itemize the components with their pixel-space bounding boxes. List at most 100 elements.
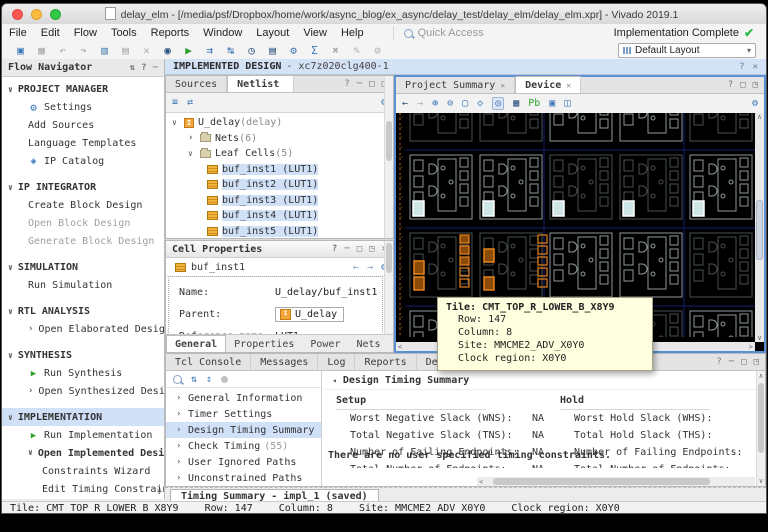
flow-navigator-row[interactable]: IP INTEGRATOR — [2, 178, 164, 196]
menu-item[interactable]: File — [2, 27, 34, 39]
menu-item[interactable]: Help — [334, 27, 371, 39]
float-panel-icon[interactable]: ◳ — [753, 80, 758, 90]
zoom-selection-icon[interactable]: ◇ — [477, 98, 483, 109]
help-icon[interactable]: ? — [344, 79, 349, 89]
flatten-hierarchy-icon[interactable]: ⇄ — [187, 97, 193, 108]
scroll-left-icon[interactable]: < — [398, 343, 402, 351]
scroll-down-icon[interactable]: ∨ — [755, 334, 764, 342]
undo-icon[interactable]: ↶ — [52, 43, 73, 59]
timing-section-item[interactable]: › User Ignored Paths — [166, 454, 321, 470]
minimize-panel-icon[interactable]: ─ — [729, 357, 734, 367]
quick-access[interactable]: Quick Access — [393, 26, 484, 40]
flow-navigator-row[interactable]: SYNTHESIS — [2, 346, 164, 364]
netlist-tree-row[interactable]: buf_inst5 (LUT1) — [166, 224, 384, 239]
properties-tab[interactable]: Nets — [348, 336, 388, 352]
next-object-icon[interactable]: → — [367, 262, 373, 273]
netlist-scrollbar[interactable] — [384, 76, 393, 238]
delete-icon[interactable]: ✕ — [136, 43, 157, 59]
netlist-tree-row[interactable]: buf_inst1 (LUT1) — [166, 162, 384, 178]
search-icon[interactable] — [173, 375, 182, 384]
minimize-panel-icon[interactable]: ─ — [153, 63, 158, 73]
device-vertical-scrollbar[interactable]: ∧ ∨ — [755, 113, 764, 342]
flow-navigator-row[interactable]: Add Sources — [2, 116, 164, 134]
save-icon[interactable]: ▦ — [31, 43, 52, 59]
netlist-tree-row[interactable]: Leaf Cells (5) — [166, 146, 384, 162]
find-icon[interactable]: ◉ — [157, 43, 178, 59]
previous-object-icon[interactable]: ← — [353, 262, 359, 273]
scroll-right-icon[interactable]: > — [749, 343, 753, 351]
panel-tab[interactable]: Sources — [166, 76, 227, 92]
window-views-icon[interactable]: ◫ — [564, 98, 570, 109]
zoom-window-button[interactable] — [50, 9, 61, 20]
timing-section-item[interactable]: › Design Timing Summary — [166, 422, 321, 438]
timing-horizontal-scrollbar[interactable]: < — [477, 477, 755, 486]
zoom-out-icon[interactable]: ⊖ — [447, 98, 453, 109]
edit-icon[interactable]: ✎ — [346, 43, 367, 59]
help-icon[interactable]: ? — [332, 244, 337, 254]
paste-icon[interactable]: ▤ — [115, 43, 136, 59]
scroll-up-icon[interactable]: ∧ — [755, 113, 764, 121]
menu-item[interactable]: Tools — [104, 27, 144, 39]
flow-navigator-row[interactable]: RTL ANALYSIS — [2, 302, 164, 320]
flow-navigator-row[interactable] — [2, 170, 164, 178]
flow-navigator-row[interactable]: Run Simulation — [2, 276, 164, 294]
maximize-panel-icon[interactable]: □ — [740, 80, 745, 90]
disable-icon[interactable]: ⊘ — [367, 43, 388, 59]
layout-selector[interactable]: Default Layout ▾ — [618, 43, 756, 58]
panel-tab[interactable]: Project Summary ✕ — [396, 77, 515, 93]
panel-tab[interactable]: Reports — [355, 354, 416, 370]
flow-navigator-row[interactable]: Open Synthesized Design — [2, 382, 164, 400]
flow-navigator-row[interactable]: IP Catalog — [2, 152, 164, 170]
flow-navigator-row[interactable]: Run Implementation — [2, 426, 164, 444]
sum-icon[interactable]: Σ — [304, 43, 325, 59]
draw-pblock-icon[interactable]: ▣ — [549, 98, 555, 109]
flow-navigator-row[interactable]: Generate Block Design — [2, 232, 164, 250]
scroll-down-icon[interactable]: ∨ — [157, 487, 162, 497]
menu-item[interactable]: Edit — [34, 27, 67, 39]
netlist-tree-row[interactable]: buf_inst2 (LUT1) — [166, 177, 384, 193]
flow-navigator-row[interactable] — [2, 400, 164, 408]
flow-navigator-row[interactable]: Open Block Design — [2, 214, 164, 232]
panel-tab[interactable]: Log — [318, 354, 355, 370]
routing-resources-icon[interactable]: ▦ — [513, 98, 519, 109]
menu-item[interactable]: Window — [196, 27, 249, 39]
collapse-all-icon[interactable]: ⇅ — [130, 63, 135, 73]
netlist-tree-row[interactable]: buf_inst4 (LUT1) — [166, 208, 384, 224]
flow-navigator-row[interactable]: Constraints Wizard — [2, 462, 164, 480]
timing-section-item[interactable]: › Timer Settings — [166, 406, 321, 422]
maximize-panel-icon[interactable]: □ — [741, 357, 746, 367]
timing-section-item[interactable]: › General Information — [166, 390, 321, 406]
netlist-tree-row[interactable]: U_delay (delay) — [166, 115, 384, 131]
flow-navigator-row[interactable]: PROJECT MANAGER — [2, 80, 164, 98]
flow-navigator-row[interactable]: SIMULATION — [2, 258, 164, 276]
cell-properties-scrollbar[interactable] — [384, 241, 393, 335]
close-tab-icon[interactable]: ✕ — [566, 81, 571, 90]
minimize-panel-icon[interactable]: ─ — [344, 244, 349, 254]
forward-icon[interactable]: → — [417, 98, 423, 109]
step-icon[interactable]: ⇉ — [199, 43, 220, 59]
pause-icon[interactable] — [221, 376, 228, 383]
close-window-button[interactable] — [12, 9, 23, 20]
scroll-up-icon[interactable]: ∧ — [757, 372, 765, 380]
panel-tab[interactable]: Device ✕ — [515, 76, 581, 93]
flow-navigator-row[interactable]: Report Timing Summary — [2, 498, 164, 499]
timing-section-item[interactable]: › Unconstrained Paths — [166, 470, 321, 486]
float-panel-icon[interactable]: ◳ — [754, 357, 759, 367]
flow-navigator-row[interactable] — [2, 250, 164, 258]
help-icon[interactable]: ? — [739, 62, 744, 72]
close-context-icon[interactable]: ✕ — [753, 62, 758, 72]
properties-tab[interactable]: General — [166, 335, 226, 352]
redo-icon[interactable]: ↷ — [73, 43, 94, 59]
show-pblocks-icon[interactable]: Pb — [528, 98, 540, 109]
flow-navigator-row[interactable]: Open Elaborated Design — [2, 320, 164, 338]
flow-navigator-row[interactable]: IMPLEMENTATION — [2, 408, 164, 426]
collapse-all-icon[interactable]: ⇅ — [191, 374, 197, 385]
settings-gear-icon[interactable]: ⚙ — [752, 98, 758, 109]
netlist-tree-row[interactable]: Nets (6) — [166, 131, 384, 147]
autofit-selection-icon[interactable]: ◎ — [492, 97, 504, 110]
zoom-in-icon[interactable]: ⊕ — [432, 98, 438, 109]
scroll-down-icon[interactable]: ∨ — [757, 477, 765, 485]
minimize-window-button[interactable] — [31, 9, 42, 20]
minimize-panel-icon[interactable]: ─ — [357, 79, 362, 89]
panel-tab[interactable]: Netlist — [227, 75, 294, 92]
